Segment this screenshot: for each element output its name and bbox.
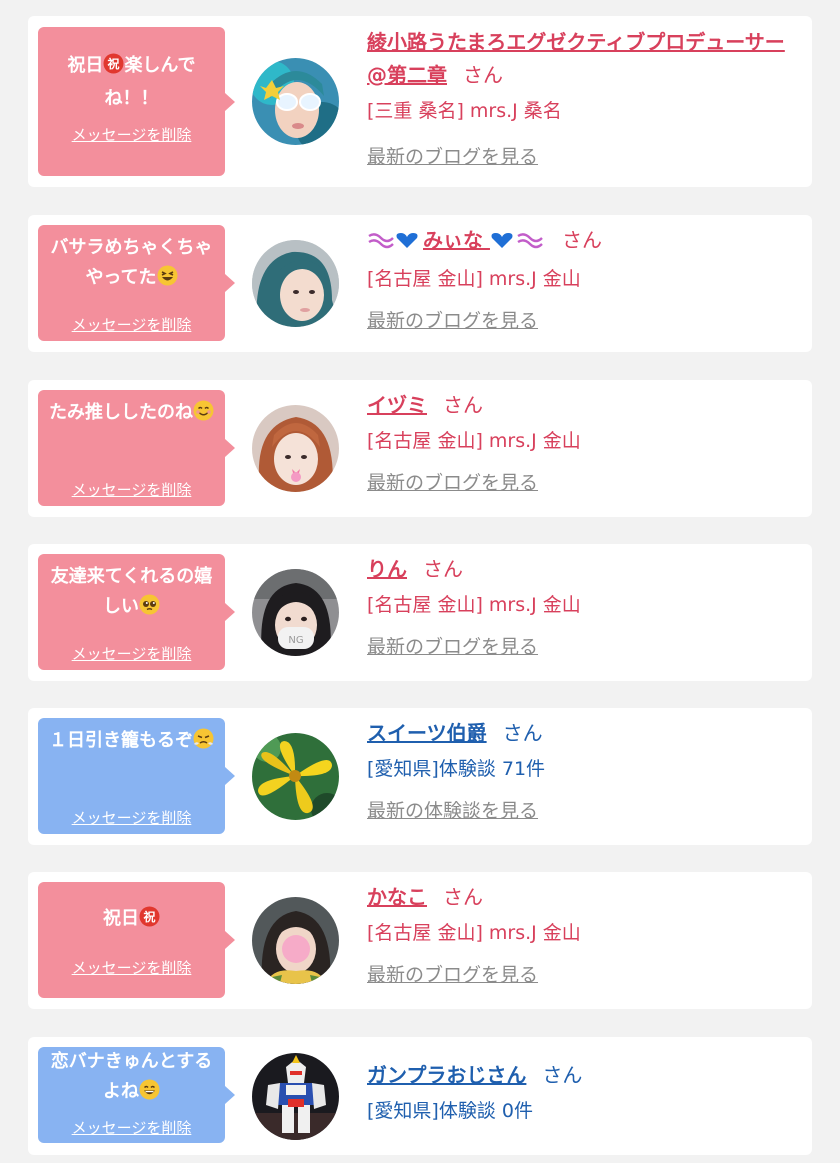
list-item: バサラめちゃくちゃやってた メッセージを削除 みぃな さん [名古屋 金山] m… <box>28 215 812 352</box>
user-info: みぃな さん [名古屋 金山] mrs.J 金山 最新のブログを見る <box>367 224 798 333</box>
pleading-face-emoji <box>139 594 160 625</box>
name-line: 綾小路うたまろエグゼクティブプロデューサー@第二章 さん <box>367 26 798 92</box>
message-bubble: バサラめちゃくちゃやってた メッセージを削除 <box>38 225 235 341</box>
user-info: りん さん [名古屋 金山] mrs.J 金山 最新のブログを見る <box>367 553 798 659</box>
honorific: さん <box>561 228 602 252</box>
message-bubble: 恋バナきゅんとするよね メッセージを削除 <box>38 1047 235 1143</box>
message-text: 恋バナきゅんとするよね <box>48 1047 215 1110</box>
svg-text:NG: NG <box>288 635 303 646</box>
user-review-count: [愛知県]体験談 71件 <box>367 758 546 780</box>
honorific: さん <box>443 885 483 909</box>
user-name-link[interactable]: りん <box>367 557 407 581</box>
user-info: かなこ さん [名古屋 金山] mrs.J 金山 最新のブログを見る <box>367 881 798 987</box>
delete-message-link[interactable]: メッセージを削除 <box>38 479 225 500</box>
message-bubble: １日引き籠もるぞ メッセージを削除 <box>38 718 235 834</box>
grinning-squinting-face-emoji <box>157 265 178 296</box>
list-item: 祝日祝楽しんでね！！ メッセージを削除 綾小路うたまろエグゼクティブプロデューサ… <box>28 16 812 187</box>
list-item: 友達来てくれるの嬉しい メッセージを削除 NG りん さん [名古屋 金山] mr… <box>28 544 812 681</box>
honorific: さん <box>542 1063 583 1087</box>
message-text: 祝日祝楽しんでね！！ <box>67 53 196 109</box>
user-location: [三重 桑名] mrs.J 桑名 <box>367 100 562 122</box>
smiling-face-emoji <box>193 400 214 431</box>
delete-message-link[interactable]: メッセージを削除 <box>38 807 225 828</box>
name-line: スイーツ伯爵 さん <box>367 717 798 750</box>
message-bubble: たみ推ししたのね メッセージを削除 <box>38 390 235 506</box>
honorific: さん <box>463 63 503 87</box>
avatar[interactable] <box>252 58 339 145</box>
user-name-link[interactable]: みぃな <box>367 228 546 252</box>
message-text: １日引き籠もるぞ <box>48 726 215 759</box>
user-location: [名古屋 金山] mrs.J 金山 <box>367 922 581 944</box>
latest-review-link[interactable]: 最新の体験談を見る <box>367 796 538 823</box>
delete-message-link[interactable]: メッセージを削除 <box>38 1117 225 1138</box>
name-line: ガンプラおじさん さん <box>367 1059 798 1092</box>
avatar[interactable] <box>252 240 339 327</box>
latest-blog-link[interactable]: 最新のブログを見る <box>367 632 538 659</box>
list-item: １日引き籠もるぞ メッセージを削除 スイーツ伯爵 さん [愛知県]体験談 71件 … <box>28 708 812 845</box>
delete-message-link[interactable]: メッセージを削除 <box>38 124 225 145</box>
message-bubble: 祝日祝楽しんでね！！ メッセージを削除 <box>38 27 235 176</box>
delete-message-link[interactable]: メッセージを削除 <box>38 314 225 335</box>
user-review-count: [愛知県]体験談 0件 <box>367 1100 533 1122</box>
user-info: ガンプラおじさん さん [愛知県]体験談 0件 <box>367 1059 798 1126</box>
user-location: [名古屋 金山] mrs.J 金山 <box>367 430 581 452</box>
congratulations-emoji: 祝 <box>139 906 160 937</box>
list-item: 恋バナきゅんとするよね メッセージを削除 ガンプラおじさん さん [愛知県]体験… <box>28 1037 812 1155</box>
grinning-face-emoji <box>139 1079 160 1110</box>
honorific: さん <box>423 557 463 581</box>
message-bubble: 友達来てくれるの嬉しい メッセージを削除 <box>38 554 235 670</box>
avatar[interactable] <box>252 897 339 984</box>
list-item: 祝日祝 メッセージを削除 かなこ さん [名古屋 金山] mrs.J 金山 最新の… <box>28 872 812 1009</box>
message-text: たみ推ししたのね <box>48 398 215 431</box>
latest-blog-link[interactable]: 最新のブログを見る <box>367 960 538 987</box>
user-info: スイーツ伯爵 さん [愛知県]体験談 71件 最新の体験談を見る <box>367 717 798 823</box>
avatar[interactable]: NG <box>252 569 339 656</box>
latest-blog-link[interactable]: 最新のブログを見る <box>367 142 538 169</box>
latest-blog-link[interactable]: 最新のブログを見る <box>367 306 538 333</box>
name-line: みぃな さん <box>367 224 798 260</box>
latest-blog-link[interactable]: 最新のブログを見る <box>367 468 538 495</box>
user-name-link[interactable]: ガンプラおじさん <box>367 1063 526 1087</box>
svg-text:祝: 祝 <box>108 56 120 71</box>
user-info: 綾小路うたまろエグゼクティブプロデューサー@第二章 さん [三重 桑名] mrs.… <box>367 26 798 169</box>
message-list: 祝日祝楽しんでね！！ メッセージを削除 綾小路うたまろエグゼクティブプロデューサ… <box>0 0 840 1163</box>
user-name-link[interactable]: かなこ <box>367 885 427 909</box>
user-location: [名古屋 金山] mrs.J 金山 <box>367 594 581 616</box>
honorific: さん <box>443 393 483 417</box>
delete-message-link[interactable]: メッセージを削除 <box>38 643 225 664</box>
message-text: 友達来てくれるの嬉しい <box>48 562 215 625</box>
user-location: [名古屋 金山] mrs.J 金山 <box>367 268 581 290</box>
name-line: りん さん <box>367 553 798 586</box>
message-bubble: 祝日祝 メッセージを削除 <box>38 882 235 998</box>
avatar[interactable] <box>252 733 339 820</box>
name-line: イヅミ さん <box>367 389 798 422</box>
wave-heart-decoration-icon <box>367 227 423 260</box>
message-text: バサラめちゃくちゃやってた <box>48 233 215 296</box>
steam-face-emoji <box>193 728 214 759</box>
honorific: さん <box>502 721 543 745</box>
name-line: かなこ さん <box>367 881 798 914</box>
user-name-link[interactable]: イヅミ <box>367 393 427 417</box>
user-info: イヅミ さん [名古屋 金山] mrs.J 金山 最新のブログを見る <box>367 389 798 495</box>
user-name-link[interactable]: 綾小路うたまろエグゼクティブプロデューサー@第二章 <box>367 30 785 87</box>
avatar[interactable] <box>252 405 339 492</box>
avatar[interactable] <box>252 1053 339 1140</box>
congratulations-emoji: 祝 <box>103 53 124 84</box>
blue-heart-wave-icon <box>490 227 546 260</box>
message-text: 祝日祝 <box>48 904 215 937</box>
delete-message-link[interactable]: メッセージを削除 <box>38 957 225 978</box>
svg-text:祝: 祝 <box>143 909 155 924</box>
user-name-link[interactable]: スイーツ伯爵 <box>367 721 487 745</box>
list-item: たみ推ししたのね メッセージを削除 イヅミ さん [名古屋 金山] mrs.J 金… <box>28 380 812 517</box>
